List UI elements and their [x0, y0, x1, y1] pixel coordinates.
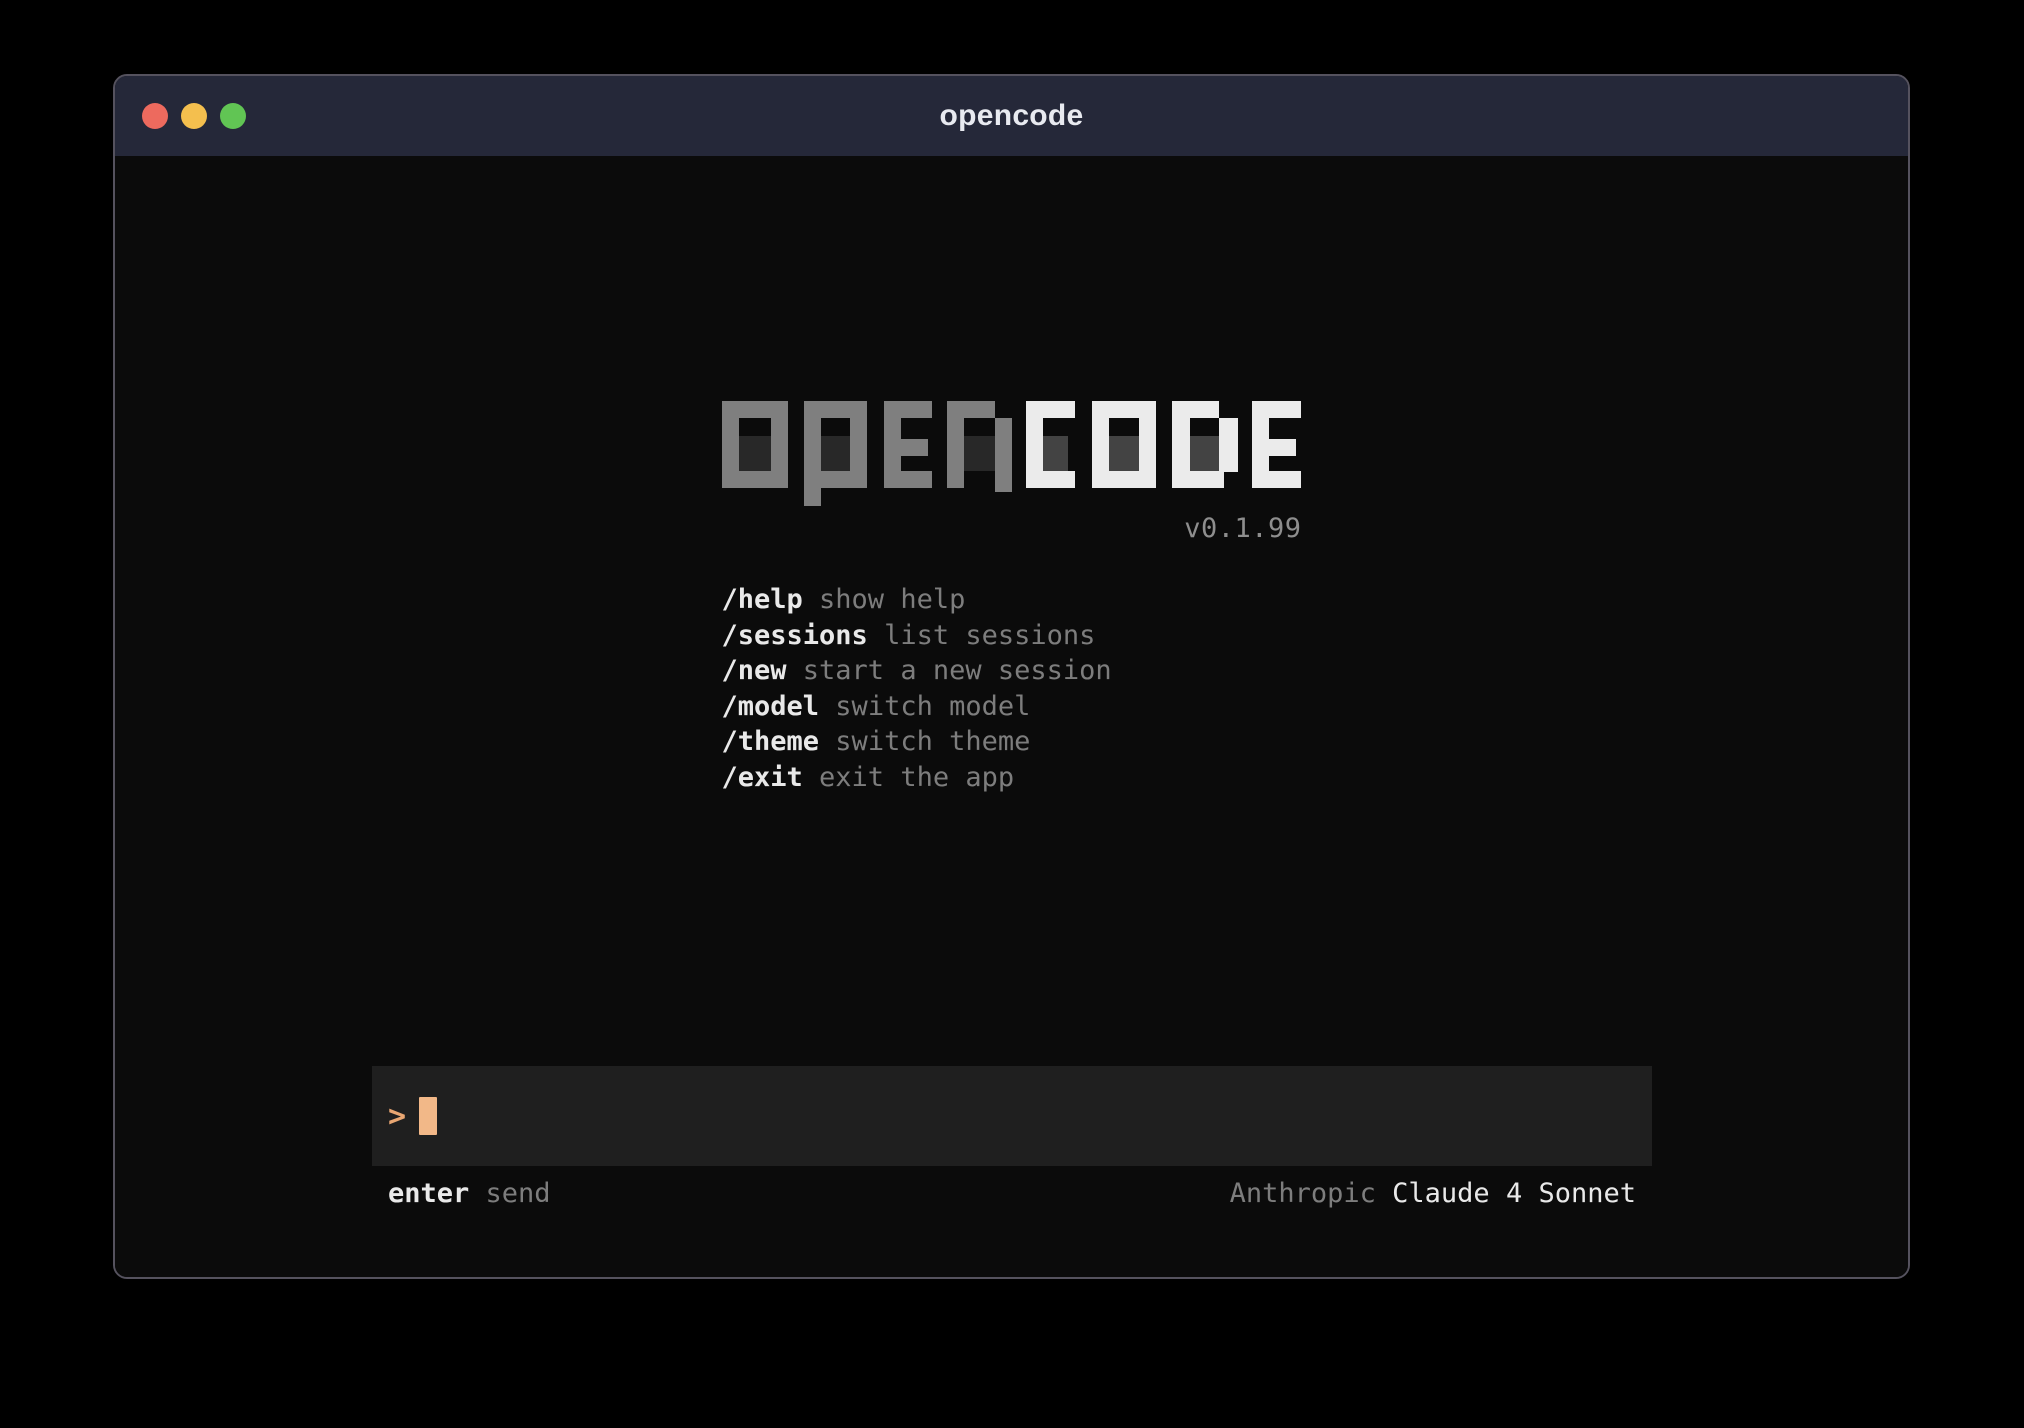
command-list-item: /sessions list sessions [722, 618, 1302, 654]
command-list: /help show help /sessions list sessions … [722, 582, 1302, 795]
logo-letter-D [1172, 401, 1238, 488]
command-description: show help [803, 584, 966, 615]
zoom-button[interactable] [220, 103, 246, 129]
command-name: /exit [722, 762, 803, 793]
command-list-item: /new start a new session [722, 653, 1302, 689]
model-indicator: Anthropic Claude 4 Sonnet [1230, 1178, 1636, 1209]
command-description: start a new session [787, 655, 1112, 686]
splash-hero: v0.1.99 /help show help /sessions list s… [115, 401, 1908, 795]
logo-letter-p [804, 401, 867, 506]
version-label: v0.1.99 [722, 513, 1302, 544]
prompt-input[interactable]: > [372, 1066, 1652, 1166]
text-cursor [419, 1097, 437, 1135]
command-name: /new [722, 655, 787, 686]
command-name: /sessions [722, 620, 868, 651]
status-bar: enter send Anthropic Claude 4 Sonnet [372, 1176, 1652, 1210]
logo-letter-O [1092, 401, 1156, 488]
terminal-content: v0.1.99 /help show help /sessions list s… [115, 156, 1908, 1277]
opencode-logo [722, 401, 1302, 507]
command-list-item: /exit exit the app [722, 760, 1302, 796]
keybind-action: send [469, 1178, 550, 1209]
logo-letter-E [1252, 401, 1301, 488]
window-title: opencode [939, 99, 1083, 133]
logo-letter-n [947, 401, 1012, 492]
traffic-lights [142, 76, 246, 156]
titlebar: opencode [115, 76, 1908, 156]
command-list-item: /help show help [722, 582, 1302, 618]
command-name: /help [722, 584, 803, 615]
command-description: list sessions [868, 620, 1096, 651]
command-list-item: /model switch model [722, 689, 1302, 725]
logo-letter-C [1026, 401, 1075, 488]
logo-letter-o [722, 401, 788, 488]
provider-name: Anthropic [1230, 1178, 1393, 1209]
command-name: /theme [722, 726, 820, 757]
app-window: opencode [113, 74, 1910, 1279]
close-button[interactable] [142, 103, 168, 129]
command-description: switch model [819, 691, 1030, 722]
keybind-hint: enter send [388, 1178, 551, 1209]
command-description: exit the app [803, 762, 1014, 793]
command-list-item: /theme switch theme [722, 724, 1302, 760]
prompt-symbol: > [388, 1099, 406, 1134]
command-name: /model [722, 691, 820, 722]
model-name: Claude 4 Sonnet [1392, 1178, 1636, 1209]
keybind-key: enter [388, 1178, 469, 1209]
desktop: { "window": { "title": "opencode" }, "lo… [0, 0, 2024, 1428]
minimize-button[interactable] [181, 103, 207, 129]
logo-letter-e [884, 401, 932, 488]
command-description: switch theme [819, 726, 1030, 757]
